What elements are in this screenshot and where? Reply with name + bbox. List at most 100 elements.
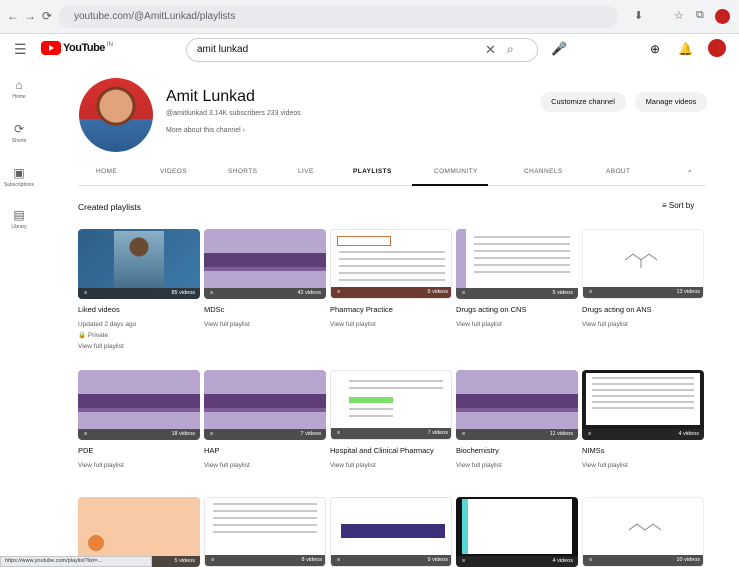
thumbnail-bar: ≡ 85 videos bbox=[78, 288, 200, 299]
thumbnail-bar: ≡ 5 videos bbox=[331, 287, 451, 298]
thumbnail-text-lines bbox=[205, 503, 325, 533]
create-icon[interactable]: ⊕ bbox=[650, 42, 660, 56]
thumbnail-bar: ≡ 7 videos bbox=[331, 428, 451, 439]
view-full-playlist-link[interactable]: View full playlist bbox=[330, 461, 452, 470]
playlist-thumbnail[interactable]: ≡ 85 videos bbox=[78, 229, 200, 299]
tab-about[interactable]: ABOUT bbox=[606, 168, 630, 175]
channel-meta: @amitlunkad 3.14K subscribers 233 videos bbox=[166, 110, 301, 117]
thumbnail-bar: ≡ 13 videos bbox=[583, 287, 703, 298]
search-box[interactable]: amit lunkad ✕ ⌕ bbox=[186, 38, 538, 62]
view-full-playlist-link[interactable]: View full playlist bbox=[582, 461, 704, 470]
view-full-playlist-link[interactable]: View full playlist bbox=[330, 320, 452, 329]
playlist-title[interactable]: PDE bbox=[78, 446, 200, 456]
tabs-icon[interactable]: ⧉ bbox=[696, 9, 704, 22]
playlist-card[interactable]: ≡ 7 videos Hospital and Clinical Pharmacy… bbox=[330, 370, 452, 470]
playlist-card[interactable]: ≡ 4 videos bbox=[456, 497, 578, 567]
tab-channels[interactable]: CHANNELS bbox=[524, 168, 563, 175]
bell-icon[interactable]: 🔔 bbox=[678, 42, 693, 56]
playlist-thumbnail[interactable]: ≡ 8 videos bbox=[204, 497, 326, 567]
playlist-title[interactable]: MDSc bbox=[204, 305, 326, 315]
sidebar-item-library[interactable]: ▤ Library bbox=[0, 208, 38, 230]
playlist-thumbnail[interactable]: ≡ 10 videos bbox=[582, 497, 704, 567]
address-bar[interactable]: youtube.com/@AmitLunkad/playlists bbox=[58, 6, 618, 28]
search-icon[interactable]: ⌕ bbox=[507, 42, 514, 57]
playlist-thumbnail[interactable]: ≡ 13 videos bbox=[582, 229, 704, 299]
thumbnail-structure-drawing bbox=[628, 523, 662, 531]
playlist-thumbnail[interactable]: ≡ 4 videos bbox=[456, 497, 578, 567]
channel-more-link[interactable]: More about this channel › bbox=[166, 127, 245, 134]
reload-icon[interactable]: ⟳ bbox=[42, 9, 52, 23]
back-icon[interactable]: ← bbox=[7, 9, 19, 23]
browser-profile-avatar[interactable] bbox=[715, 9, 730, 24]
sidebar-item-subscriptions[interactable]: ▣ Subscriptions bbox=[0, 166, 38, 188]
video-count: 4 videos bbox=[552, 558, 574, 564]
video-count: 5 videos bbox=[174, 558, 196, 564]
playlist-thumbnail[interactable]: ≡ 42 videos bbox=[204, 229, 326, 299]
playlist-card[interactable]: ≡ 18 videos PDE View full playlist bbox=[78, 370, 200, 470]
playlist-card[interactable]: ≡ 7 videos HAP View full playlist bbox=[204, 370, 326, 470]
playlist-title[interactable]: Hospital and Clinical Pharmacy bbox=[330, 446, 452, 456]
playlist-card[interactable]: ≡ 13 videos Drugs acting on ANS View full… bbox=[582, 229, 704, 329]
playlist-card[interactable]: ≡ 8 videos bbox=[204, 497, 326, 567]
customize-channel-button[interactable]: Customize channel bbox=[540, 92, 626, 112]
youtube-logo[interactable]: YouTube IN bbox=[41, 41, 113, 55]
tab-community[interactable]: COMMUNITY bbox=[434, 168, 478, 175]
channel-avatar[interactable] bbox=[79, 78, 153, 152]
playlist-icon: ≡ bbox=[210, 290, 214, 296]
playlist-thumbnail[interactable]: ≡ 4 videos bbox=[582, 370, 704, 440]
playlist-title[interactable]: NIMSs bbox=[582, 446, 704, 456]
tab-shorts[interactable]: SHORTS bbox=[228, 168, 257, 175]
search-input[interactable]: amit lunkad bbox=[197, 44, 248, 55]
playlist-card[interactable]: ≡ 4 videos NIMSs View full playlist bbox=[582, 370, 704, 470]
tab-search-icon[interactable]: ⌕ bbox=[688, 168, 692, 176]
account-avatar[interactable] bbox=[708, 39, 726, 57]
view-full-playlist-link[interactable]: View full playlist bbox=[456, 461, 578, 470]
playlist-thumbnail[interactable]: ≡ 5 videos bbox=[456, 229, 578, 299]
thumbnail-bar: ≡ 8 videos bbox=[205, 555, 325, 566]
tab-videos[interactable]: VIDEOS bbox=[160, 168, 187, 175]
menu-icon[interactable]: ☰ bbox=[14, 41, 27, 58]
view-full-playlist-link[interactable]: View full playlist bbox=[582, 320, 704, 329]
playlist-card[interactable]: ≡ 11 videos Biochemistry View full playli… bbox=[456, 370, 578, 470]
playlist-thumbnail[interactable]: ≡ 7 videos bbox=[204, 370, 326, 440]
view-full-playlist-link[interactable]: View full playlist bbox=[204, 320, 326, 329]
playlist-title[interactable]: Drugs acting on ANS bbox=[582, 305, 704, 315]
view-full-playlist-link[interactable]: View full playlist bbox=[78, 461, 200, 470]
forward-icon[interactable]: → bbox=[24, 9, 36, 23]
playlist-title[interactable]: Pharmacy Practice bbox=[330, 305, 452, 315]
view-full-playlist-link[interactable]: View full playlist bbox=[204, 461, 326, 470]
playlist-thumbnail[interactable]: ≡ 9 videos bbox=[330, 497, 452, 567]
thumbnail-band bbox=[456, 394, 578, 408]
tab-live[interactable]: LIVE bbox=[298, 168, 314, 175]
sort-by-button[interactable]: ≡ Sort by bbox=[662, 201, 694, 210]
video-count: 85 videos bbox=[171, 290, 195, 296]
playlist-title[interactable]: Liked videos bbox=[78, 305, 200, 315]
tab-home[interactable]: HOME bbox=[96, 168, 117, 175]
playlist-card[interactable]: ≡ 42 videos MDSc View full playlist bbox=[204, 229, 326, 329]
download-icon[interactable]: ⬇ bbox=[634, 9, 643, 22]
playlist-thumbnail[interactable]: ≡ 7 videos bbox=[330, 370, 452, 440]
playlist-card[interactable]: ≡ 9 videos bbox=[330, 497, 452, 567]
tab-playlists[interactable]: PLAYLISTS bbox=[353, 168, 392, 175]
playlist-card[interactable]: ≡ 10 videos bbox=[582, 497, 704, 567]
manage-videos-button[interactable]: Manage videos bbox=[635, 92, 707, 112]
sort-icon: ≡ bbox=[662, 201, 669, 210]
star-icon[interactable]: ☆ bbox=[674, 9, 684, 22]
playlist-thumbnail[interactable]: ≡ 5 videos bbox=[330, 229, 452, 299]
playlist-card[interactable]: ≡ 5 videos Drugs acting on CNS View full … bbox=[456, 229, 578, 329]
playlist-card[interactable]: ≡ 5 videos Pharmacy Practice View full pl… bbox=[330, 229, 452, 329]
mic-icon[interactable]: 🎤 bbox=[551, 41, 567, 57]
playlist-title[interactable]: Drugs acting on CNS bbox=[456, 305, 578, 315]
sidebar-item-home[interactable]: ⌂ Home bbox=[0, 78, 38, 100]
view-full-playlist-link[interactable]: View full playlist bbox=[456, 320, 578, 329]
playlist-title[interactable]: HAP bbox=[204, 446, 326, 456]
playlist-card[interactable]: ≡ 85 videos Liked videos Updated 2 days a… bbox=[78, 229, 200, 351]
thumbnail-image bbox=[88, 535, 104, 551]
playlist-title[interactable]: Biochemistry bbox=[456, 446, 578, 456]
thumbnail-bar: ≡ 4 videos bbox=[456, 556, 578, 567]
clear-icon[interactable]: ✕ bbox=[485, 42, 496, 58]
playlist-thumbnail[interactable]: ≡ 11 videos bbox=[456, 370, 578, 440]
sidebar-item-shorts[interactable]: ⟳ Shorts bbox=[0, 122, 38, 144]
view-full-playlist-link[interactable]: View full playlist bbox=[78, 342, 200, 351]
playlist-thumbnail[interactable]: ≡ 18 videos bbox=[78, 370, 200, 440]
